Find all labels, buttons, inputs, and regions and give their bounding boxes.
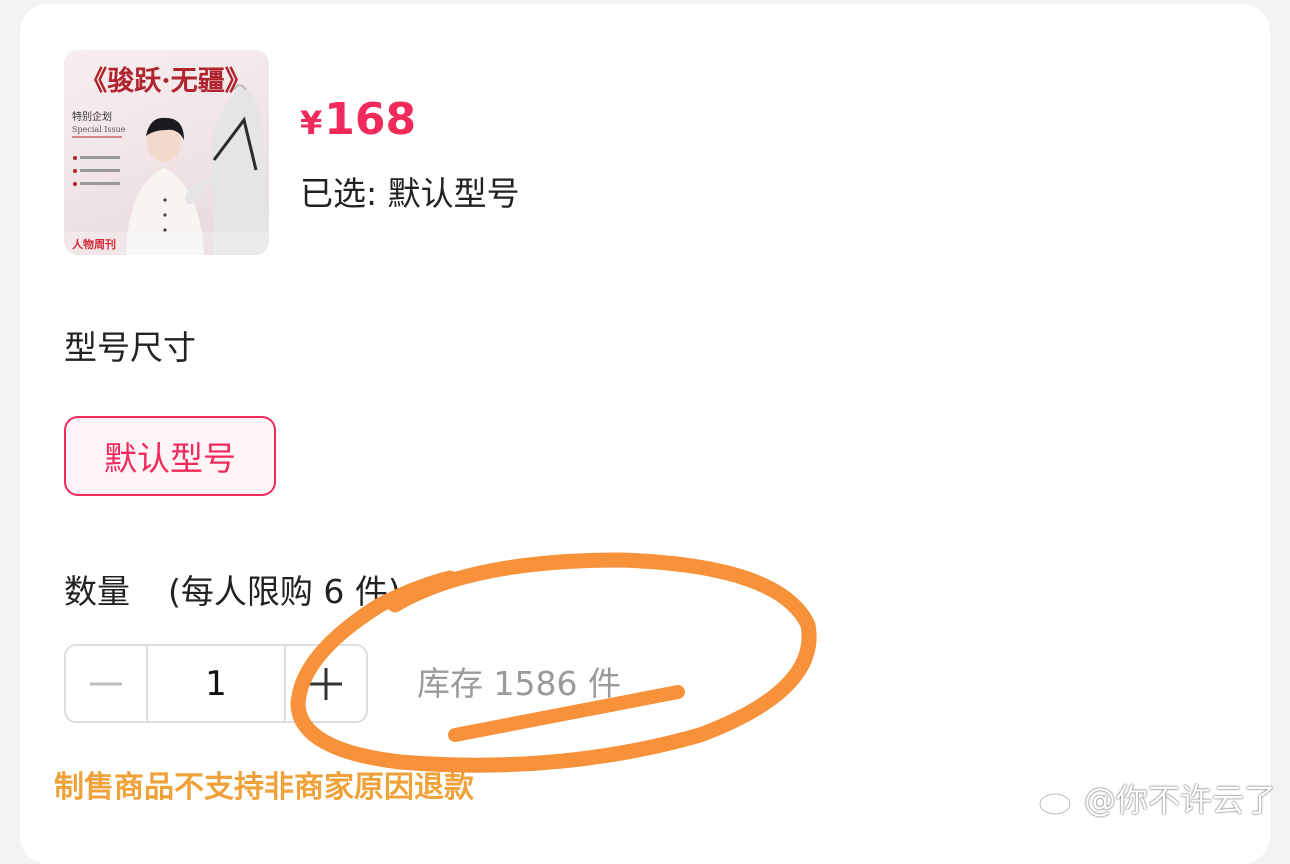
minus-icon <box>90 682 122 685</box>
quantity-value[interactable]: 1 <box>146 646 286 721</box>
purchase-limit-text: (每人限购 6 件) <box>168 572 401 611</box>
quantity-label: 数量 <box>64 572 130 611</box>
product-cover-art: 《骏跃·无疆》 特别企划 Special Issue 人物周刊 <box>64 65 269 255</box>
refund-policy-notice: 制售商品不支持非商家原因退款 <box>54 770 474 805</box>
watermark-text: @你不许云了 <box>1083 781 1276 819</box>
quantity-stepper[interactable]: 1 <box>64 644 368 723</box>
cover-subtitle-en: Special Issue <box>72 125 126 134</box>
product-thumbnail: 《骏跃·无疆》 特别企划 Special Issue 人物周刊 <box>64 50 269 255</box>
plus-icon <box>310 667 342 700</box>
stock-count-text: 库存 1586 件 <box>417 664 621 703</box>
price-value: 168 <box>324 94 417 145</box>
weibo-icon <box>1038 787 1076 816</box>
increment-button[interactable] <box>286 646 366 721</box>
cover-brand-logo: 人物周刊 <box>72 237 116 251</box>
variant-option-default[interactable]: 默认型号 <box>64 416 276 496</box>
decrement-button[interactable] <box>66 646 146 721</box>
cover-title: 《骏跃·无疆》 <box>80 65 251 97</box>
weibo-watermark: @你不许云了 <box>1038 780 1276 820</box>
currency-symbol: ¥ <box>300 104 323 142</box>
variant-section-title: 型号尺寸 <box>64 328 196 367</box>
selected-variant-text: 已选: 默认型号 <box>300 174 520 213</box>
quantity-header: 数量 (每人限购 6 件) <box>64 570 401 614</box>
product-price: ¥168 <box>300 94 416 149</box>
cover-subtitle-cn: 特别企划 <box>72 110 112 123</box>
